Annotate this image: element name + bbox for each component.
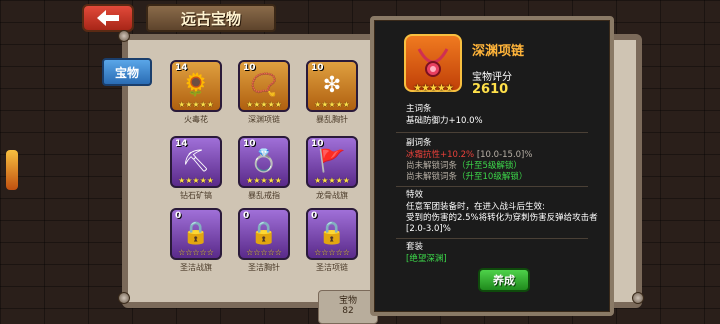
- bolt-decoration: [118, 30, 130, 42]
- treasure-card: 10 🚩 ★★★★★: [306, 136, 358, 188]
- item-level: 0: [243, 211, 250, 221]
- score-label: 宝物评分: [472, 72, 512, 83]
- banner-icon: 🚩: [318, 149, 346, 174]
- set-header: 套装: [406, 242, 424, 252]
- unlock-hint: （升至5级解锁）: [457, 161, 522, 171]
- effect-text: [2.0-3.0]%: [406, 224, 451, 234]
- star-rating: ☆☆☆☆☆: [178, 248, 214, 257]
- sub-stat-value: 冰霜抗性+10.2%: [406, 150, 475, 160]
- star-rating: ★★★★★: [246, 176, 282, 185]
- item-level: 14: [175, 139, 188, 149]
- locked-stat: 尚未解锁词条: [406, 161, 458, 171]
- treasure-item[interactable]: 0 🔒 ☆☆☆☆☆ 圣洁胸针: [238, 208, 294, 278]
- treasure-item[interactable]: 0 🔒 ☆☆☆☆☆ 圣洁战旗: [170, 208, 226, 278]
- item-name: 圣洁战旗: [180, 263, 212, 272]
- treasure-grid: 14 🌻 ★★★★★ 火毒花 10 📿 ★★★★★ 深渊项链 10 ❇ ★★★★…: [168, 60, 364, 296]
- item-level: 14: [175, 63, 188, 73]
- lock-icon: 🔒: [318, 221, 346, 246]
- treasure-title: 深渊项链: [472, 44, 525, 59]
- sub-stat-line: 尚未解锁词条（升至5级解锁）: [406, 161, 522, 172]
- lock-icon: 🔒: [182, 221, 210, 246]
- treasure-detail-panel: ★★★★★ 深渊项链 宝物评分 2610 主词条 基础防御力+10.0% 副词条…: [370, 16, 614, 316]
- divider: [396, 186, 588, 187]
- sub-stat-header: 副词条: [406, 138, 432, 148]
- count-label: 宝物: [338, 296, 357, 306]
- main-stat-value: 基础防御力+10.0%: [406, 116, 483, 126]
- tab-treasure[interactable]: 宝物: [102, 58, 152, 86]
- treasure-card: 0 🔒 ☆☆☆☆☆: [306, 208, 358, 260]
- locked-stat: 尚未解锁词条: [406, 172, 458, 182]
- star-rating: ☆☆☆☆☆: [314, 248, 350, 257]
- item-name: 暴乱戒指: [248, 191, 280, 200]
- page-title: 远古宝物: [146, 4, 276, 32]
- treasure-card: 0 🔒 ☆☆☆☆☆: [170, 208, 222, 260]
- divider: [396, 132, 588, 133]
- item-level: 10: [243, 63, 256, 73]
- pickaxe-icon: ⛏: [182, 149, 210, 174]
- lock-icon: 🔒: [250, 221, 278, 246]
- item-name: 龙骨战旗: [316, 191, 348, 200]
- treasure-card: 14 ⛏ ★★★★★: [170, 136, 222, 188]
- treasure-card: 0 🔒 ☆☆☆☆☆: [238, 208, 290, 260]
- star-rating: ★★★★★: [314, 100, 350, 109]
- effect-text: 任意军团装备时，在进入战斗后生效:: [406, 202, 545, 212]
- item-name: 圣洁项链: [316, 263, 348, 272]
- item-name: 钻石矿镐: [180, 191, 212, 200]
- effect-header: 特效: [406, 190, 424, 200]
- back-button[interactable]: [82, 4, 134, 32]
- necklace-icon: 📿: [250, 73, 278, 98]
- treasure-card: 10 ❇ ★★★★★: [306, 60, 358, 112]
- unlock-hint: （升至10级解锁）: [457, 172, 528, 182]
- necklace-icon: [417, 48, 449, 77]
- count-value: 82: [342, 306, 354, 316]
- treasure-item[interactable]: 10 ❇ ★★★★★ 暴乱胸针: [306, 60, 362, 130]
- item-level: 10: [243, 139, 256, 149]
- star-rating: ☆☆☆☆☆: [246, 248, 282, 257]
- treasure-item[interactable]: 14 ⛏ ★★★★★ 钻石矿镐: [170, 136, 226, 206]
- item-level: 0: [175, 211, 182, 221]
- ring-icon: 💍: [250, 149, 278, 174]
- treasure-item[interactable]: 10 🚩 ★★★★★ 龙骨战旗: [306, 136, 362, 206]
- item-level: 10: [311, 139, 324, 149]
- effect-text: 受到的伤害的2.5%将转化为穿刺伤害反弹给攻击者: [406, 213, 598, 223]
- divider: [396, 238, 588, 239]
- flower-icon: 🌻: [182, 73, 210, 98]
- star-rating: ★★★★★: [246, 100, 282, 109]
- treasure-count-tab[interactable]: 宝物 82: [318, 290, 378, 324]
- star-rating: ★★★★★: [413, 83, 454, 94]
- star-rating: ★★★★★: [178, 100, 214, 109]
- set-name: [绝望深渊]: [406, 254, 447, 264]
- item-name: 圣洁胸针: [248, 263, 280, 272]
- main-stat-header: 主词条: [406, 104, 432, 114]
- sub-stat-line: 尚未解锁词条（升至10级解锁）: [406, 172, 527, 183]
- bolt-decoration: [118, 292, 130, 304]
- treasure-card: 10 📿 ★★★★★: [238, 60, 290, 112]
- star-rating: ★★★★★: [178, 176, 214, 185]
- arrow-left-icon: [97, 10, 119, 26]
- sub-stat-line: 冰霜抗性+10.2% [10.0-15.0]%: [406, 150, 532, 161]
- treasure-item[interactable]: 14 🌻 ★★★★★ 火毒花: [170, 60, 226, 130]
- brooch-icon: ❇: [322, 73, 342, 98]
- score-value: 2610: [472, 82, 509, 97]
- sub-stat-range: [10.0-15.0]%: [474, 150, 533, 160]
- torch-decoration: [6, 150, 18, 190]
- item-level: 0: [311, 211, 318, 221]
- bolt-decoration: [632, 292, 644, 304]
- treasure-icon-frame: ★★★★★: [404, 34, 462, 94]
- treasure-card: 10 💍 ★★★★★: [238, 136, 290, 188]
- item-level: 10: [311, 63, 324, 73]
- star-rating: ★★★★★: [314, 176, 350, 185]
- train-button[interactable]: 养成: [478, 268, 530, 292]
- treasure-item[interactable]: 10 📿 ★★★★★ 深渊项链: [238, 60, 294, 130]
- item-name: 深渊项链: [248, 115, 280, 124]
- item-name: 火毒花: [184, 115, 208, 124]
- item-name: 暴乱胸针: [316, 115, 348, 124]
- treasure-item[interactable]: 0 🔒 ☆☆☆☆☆ 圣洁项链: [306, 208, 362, 278]
- treasure-item[interactable]: 10 💍 ★★★★★ 暴乱戒指: [238, 136, 294, 206]
- treasure-card: 14 🌻 ★★★★★: [170, 60, 222, 112]
